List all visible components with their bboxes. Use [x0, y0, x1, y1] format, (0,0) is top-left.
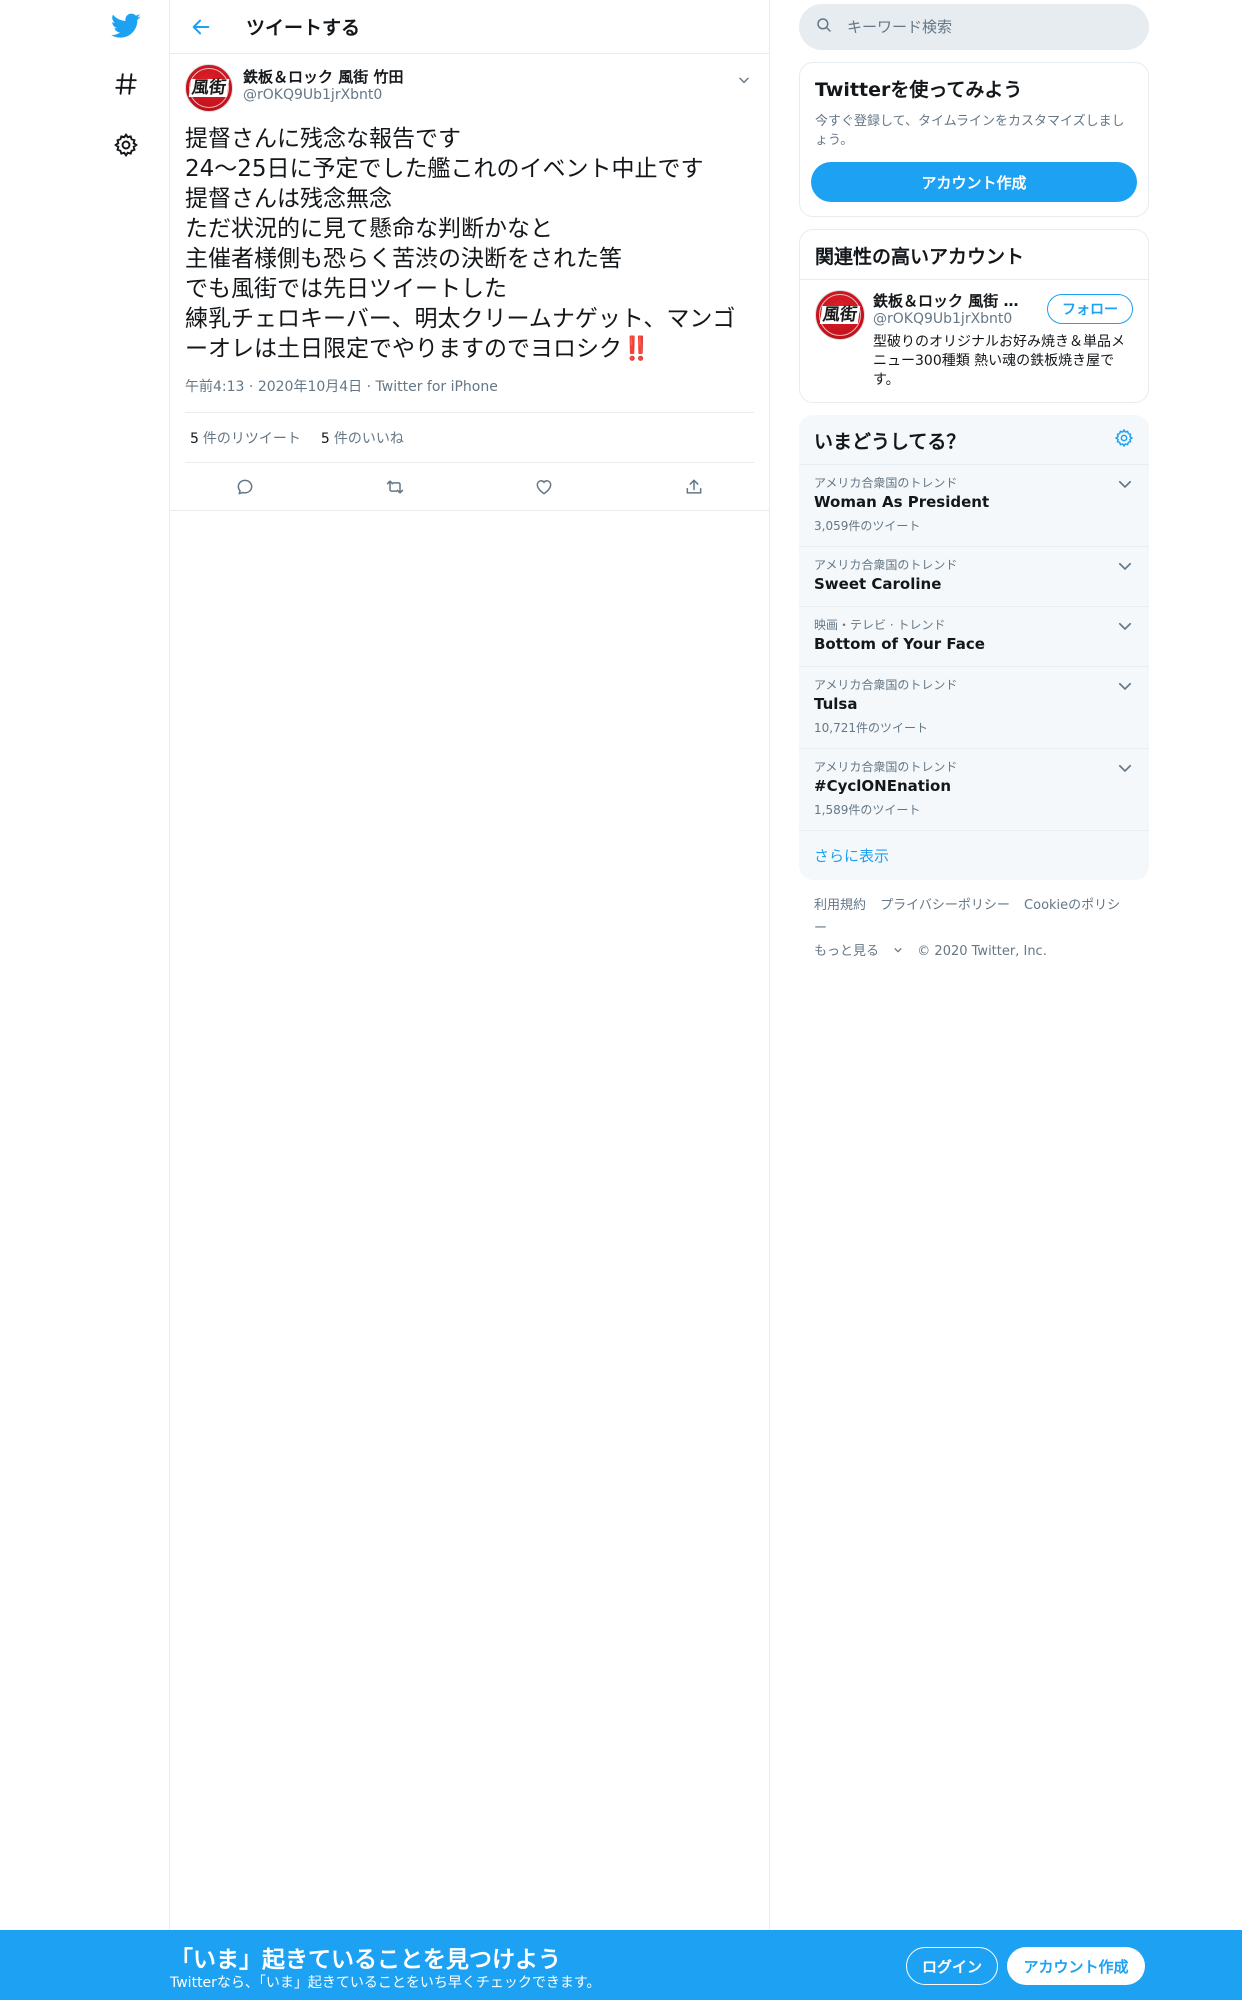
trend-context: アメリカ合衆国のトレンド [814, 558, 958, 572]
author-names: 鉄板＆ロック 風街 竹田 @rOKQ9Ub1jrXbnt0 [243, 68, 403, 104]
tweet-line: 練乳チェロキーバー、明太クリームナゲット、マンゴーオレは土日限定でやりますのでヨ… [185, 306, 736, 362]
tweet-line: 24〜25日に予定でした艦これのイベント中止です [185, 156, 704, 182]
footer-links: 利用規約 プライバシーポリシー Cookieのポリシー もっと見る © 2020… [799, 880, 1149, 977]
trend-name: Woman As President [814, 493, 990, 511]
right-sidebar: Twitterを使ってみよう 今すぐ登録して、タイムラインをカスタマイズしましょ… [799, 0, 1149, 977]
search-input[interactable] [847, 18, 1127, 36]
related-accounts-title: 関連性の高いアカウント [800, 230, 1148, 280]
chevron-down-icon[interactable] [1116, 617, 1134, 635]
retweet-stat[interactable]: 5 件のリツイート [190, 428, 301, 448]
avatar-logo-text: 風街 [819, 305, 861, 325]
copyright: © 2020 Twitter, Inc. [917, 944, 1047, 959]
tweet-actions [170, 463, 769, 511]
meta-separator: · [248, 379, 254, 395]
more-link[interactable]: もっと見る [814, 944, 903, 959]
terms-link[interactable]: 利用規約 [814, 898, 866, 913]
related-accounts-card: 関連性の高いアカウント 風街 鉄板＆ロック 風街 竹田 @rOKQ9Ub1jrX… [799, 229, 1149, 403]
retweet-icon[interactable] [378, 470, 412, 504]
trend-item[interactable]: 映画・テレビ · トレンド Bottom of Your Face [799, 607, 1149, 667]
like-stat[interactable]: 5 件のいいね [321, 428, 404, 448]
trend-item[interactable]: アメリカ合衆国のトレンド #CyclONEnation 1,589件のツイート [799, 749, 1149, 831]
like-label: 件のいいね [333, 430, 404, 447]
author-display-name[interactable]: 鉄板＆ロック 風街 竹田 [243, 68, 403, 86]
related-account-row[interactable]: 風街 鉄板＆ロック 風街 竹田 @rOKQ9Ub1jrXbnt0 型破りのオリジ… [800, 280, 1148, 402]
related-account-bio: 型破りのオリジナルお好み焼き＆単品メニュー300種類 熱い魂の鉄板焼き屋です。 [873, 334, 1125, 388]
tweet-detail: 風街 鉄板＆ロック 風街 竹田 @rOKQ9Ub1jrXbnt0 提督さんに残念… [170, 54, 769, 511]
related-account-avatar[interactable]: 風街 [815, 290, 865, 340]
chevron-down-icon [894, 948, 902, 953]
trend-count: 3,059件のツイート [814, 519, 921, 533]
tweet-text: 提督さんに残念な報告です 24〜25日に予定でした艦これのイベント中止です 提督… [185, 124, 754, 364]
left-nav [0, 0, 170, 1930]
avatar-logo-text: 風街 [188, 78, 230, 98]
meta-separator: · [366, 379, 372, 395]
trend-context: 映画・テレビ · トレンド [814, 618, 946, 632]
signup-button[interactable]: アカウント作成 [1007, 1947, 1145, 1985]
search-box[interactable] [799, 4, 1149, 50]
related-account-name[interactable]: 鉄板＆ロック 風街 竹田 [873, 290, 1033, 311]
trend-context: アメリカ合衆国のトレンド [814, 678, 958, 692]
double-exclamation-emoji: ‼️ [622, 336, 651, 362]
bottom-signup-bar: 「いま」起きていることを見つけよう Twitterなら、「いま」起きていることを… [0, 1930, 1242, 2000]
trend-name: #CyclONEnation [814, 777, 952, 795]
main-header: ツイートする [170, 0, 769, 54]
trends-settings-gear-icon[interactable] [1114, 428, 1134, 453]
like-count: 5 [320, 430, 330, 447]
more-link-label: もっと見る [814, 944, 880, 959]
trends-title: いまどうしてる？ [814, 431, 966, 453]
tweet-line: 提督さんに残念な報告です [185, 126, 461, 152]
signup-card-title: Twitterを使ってみよう [815, 79, 1023, 101]
chevron-down-icon[interactable] [1116, 677, 1134, 695]
tweet-header: 風街 鉄板＆ロック 風街 竹田 @rOKQ9Ub1jrXbnt0 [185, 64, 754, 120]
twitter-logo-icon[interactable] [108, 8, 144, 44]
heart-like-icon[interactable] [527, 470, 561, 504]
trend-name: Tulsa [814, 695, 858, 713]
author-avatar[interactable]: 風街 [185, 64, 233, 112]
tweet-line: 提督さんは残念無念 [185, 186, 392, 212]
trend-context: アメリカ合衆国のトレンド [814, 760, 958, 774]
tweet-date[interactable]: 2020年10月4日 [258, 379, 362, 395]
tweet-line: ただ状況的に見て懸命な判断かなと [185, 216, 553, 242]
back-arrow-icon[interactable] [184, 10, 218, 44]
trend-context: アメリカ合衆国のトレンド [814, 476, 958, 490]
tweet-line: 主催者様側も恐らく苦渋の決断をされた筈 [185, 246, 622, 272]
chevron-down-icon[interactable] [1116, 557, 1134, 575]
tweet-stats: 5 件のリツイート 5 件のいいね [185, 413, 754, 463]
tweet-time[interactable]: 午前4:13 [185, 379, 244, 395]
tweet-meta: 午前4:13 · 2020年10月4日 · Twitter for iPhone [185, 376, 754, 413]
signup-card-desc: 今すぐ登録して、タイムラインをカスタマイズしましょう。 [815, 114, 1125, 148]
reply-icon[interactable] [228, 470, 262, 504]
trends-card: いまどうしてる？ アメリカ合衆国のトレンド Woman As President… [799, 415, 1149, 880]
signup-card: Twitterを使ってみよう 今すぐ登録して、タイムラインをカスタマイズしましょ… [799, 62, 1149, 217]
main-column: ツイートする 風街 鉄板＆ロック 風街 竹田 @rOKQ9Ub1jrXbnt0 … [170, 0, 770, 1930]
privacy-link[interactable]: プライバシーポリシー [880, 898, 1010, 913]
retweet-label: 件のリツイート [202, 430, 301, 447]
follow-button[interactable]: フォロー [1047, 294, 1133, 324]
bottom-bar-subtitle: Twitterなら、「いま」起きていることをいち早くチェックできます。 [170, 1975, 601, 1991]
bottom-bar-title: 「いま」起きていることを見つけよう [170, 1947, 561, 1973]
trend-name: Sweet Caroline [814, 575, 942, 593]
page-title: ツイートする [246, 17, 361, 39]
tweet-line: でも風街では先日ツイートした [185, 276, 507, 302]
share-icon[interactable] [677, 470, 711, 504]
trends-header: いまどうしてる？ [799, 415, 1149, 465]
chevron-down-icon[interactable] [1116, 475, 1134, 493]
show-more-link[interactable]: さらに表示 [799, 831, 1149, 880]
author-handle[interactable]: @rOKQ9Ub1jrXbnt0 [243, 86, 403, 104]
hashtag-explore-icon[interactable] [108, 66, 144, 102]
chevron-down-icon[interactable] [1116, 759, 1134, 777]
trend-count: 1,589件のツイート [814, 803, 921, 817]
trend-item[interactable]: アメリカ合衆国のトレンド Sweet Caroline [799, 547, 1149, 607]
login-button[interactable]: ログイン [906, 1947, 998, 1985]
trend-name: Bottom of Your Face [814, 635, 985, 653]
create-account-button[interactable]: アカウント作成 [811, 162, 1137, 202]
retweet-count: 5 [190, 430, 199, 447]
tweet-source[interactable]: Twitter for iPhone [376, 379, 498, 395]
trend-count: 10,721件のツイート [814, 721, 928, 735]
chevron-down-icon[interactable] [734, 70, 754, 90]
trend-item[interactable]: アメリカ合衆国のトレンド Woman As President 3,059件のツ… [799, 465, 1149, 547]
gear-settings-icon[interactable] [108, 127, 144, 163]
trend-item[interactable]: アメリカ合衆国のトレンド Tulsa 10,721件のツイート [799, 667, 1149, 749]
search-icon [815, 16, 833, 38]
